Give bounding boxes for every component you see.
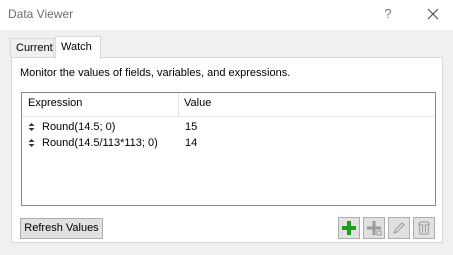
row-expression: Round(14.5; 0) bbox=[42, 121, 116, 133]
tab-current[interactable]: Current bbox=[10, 38, 54, 57]
list-row[interactable]: Round(14.5/113*113; 0) 14 bbox=[22, 136, 435, 152]
refresh-values-button[interactable]: Refresh Values bbox=[20, 218, 103, 239]
row-value: 15 bbox=[185, 121, 198, 133]
title-bar: Data Viewer ? bbox=[0, 0, 453, 30]
close-button[interactable] bbox=[421, 3, 445, 25]
add-sub-watch-button[interactable] bbox=[363, 217, 385, 239]
tab-watch[interactable]: Watch bbox=[55, 36, 101, 59]
delete-icon bbox=[418, 221, 430, 235]
expand-toggle-icon[interactable] bbox=[28, 122, 35, 132]
column-divider[interactable] bbox=[178, 93, 179, 116]
edit-watch-button[interactable] bbox=[388, 217, 410, 239]
list-row[interactable]: Round(14.5; 0) 15 bbox=[22, 120, 435, 136]
panel-description: Monitor the values of fields, variables,… bbox=[20, 67, 291, 79]
delete-watch-button[interactable] bbox=[413, 217, 435, 239]
window-title: Data Viewer bbox=[8, 7, 74, 21]
data-viewer-window: Data Viewer ? Current Watch Monitor the … bbox=[0, 0, 453, 255]
column-header-expression[interactable]: Expression bbox=[28, 97, 82, 109]
help-button[interactable]: ? bbox=[378, 3, 398, 25]
list-header: Expression Value bbox=[22, 93, 435, 117]
close-icon bbox=[427, 8, 439, 20]
watch-list[interactable]: Expression Value Round(14.5; 0) 15 Round… bbox=[21, 92, 436, 206]
row-expression: Round(14.5/113*113; 0) bbox=[42, 137, 158, 149]
add-watch-button[interactable] bbox=[338, 217, 360, 239]
column-header-value[interactable]: Value bbox=[184, 97, 211, 109]
add-icon bbox=[342, 221, 356, 235]
watch-panel: Monitor the values of fields, variables,… bbox=[11, 57, 443, 243]
edit-icon bbox=[393, 222, 405, 234]
expand-toggle-icon[interactable] bbox=[28, 138, 35, 148]
row-value: 14 bbox=[185, 137, 198, 149]
add-sub-icon bbox=[367, 221, 382, 236]
